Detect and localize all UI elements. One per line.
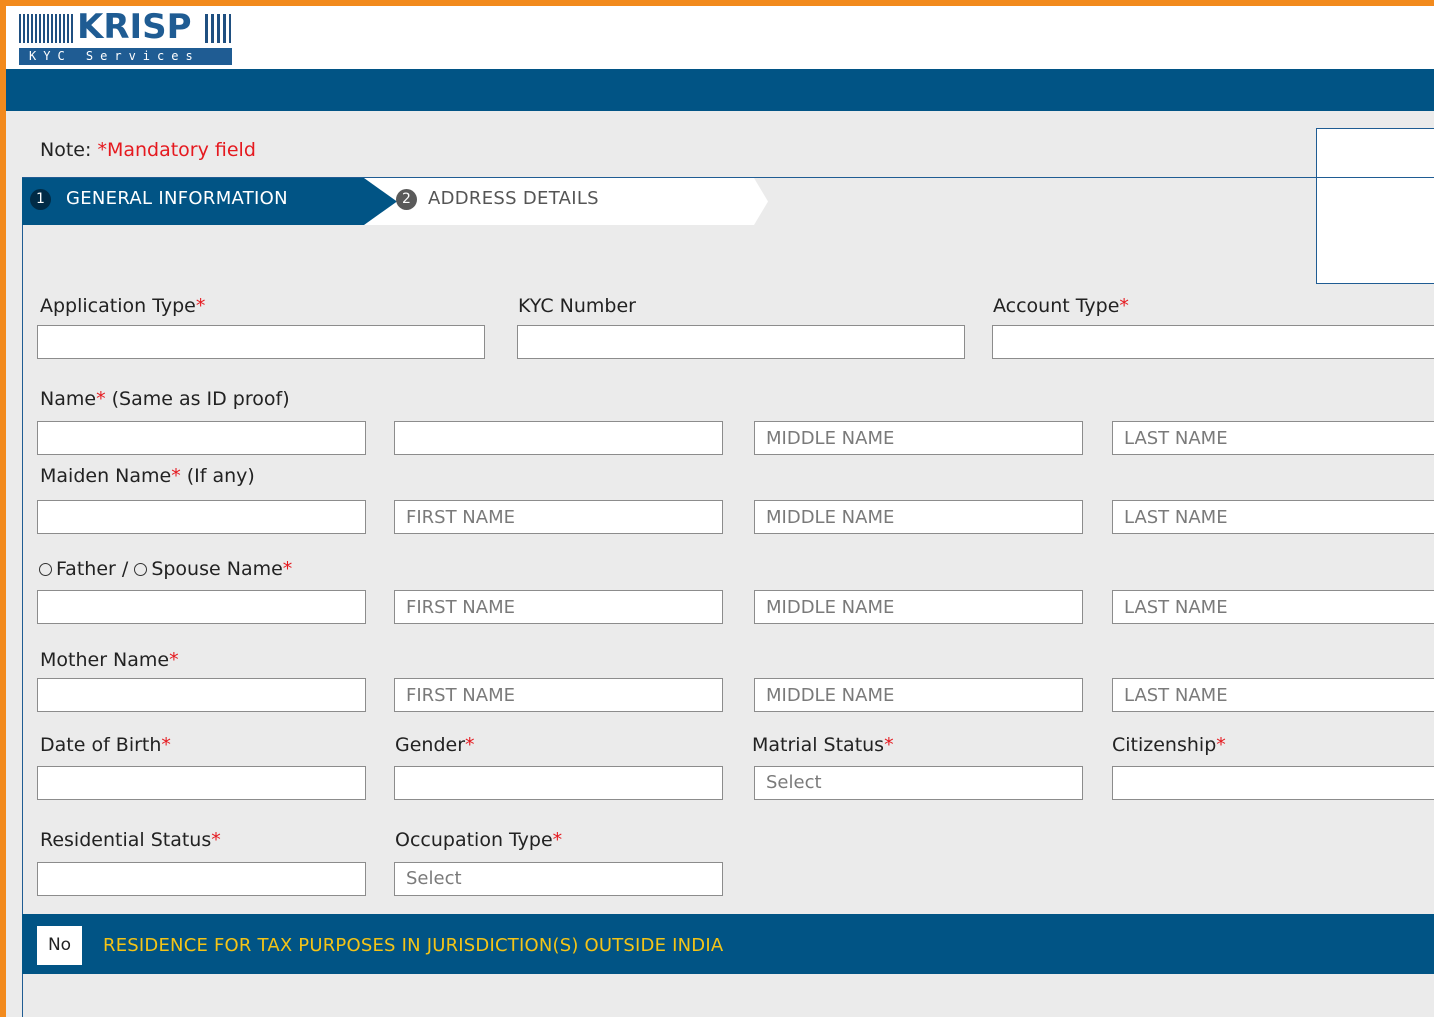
name-prefix-input[interactable] xyxy=(37,421,366,455)
label-text: Citizenship xyxy=(1112,734,1217,756)
maiden-first-input[interactable] xyxy=(394,500,723,534)
mother-last-input[interactable] xyxy=(1112,678,1434,712)
logo-text: KRISP xyxy=(77,7,192,47)
father-spouse-last-input[interactable] xyxy=(1112,590,1434,624)
father-spouse-label: Father / Spouse Name* xyxy=(39,558,292,580)
required-mark: * xyxy=(195,295,206,317)
label-text: Date of Birth xyxy=(40,734,162,756)
required-mark: * xyxy=(1119,295,1129,317)
required-mark: * xyxy=(884,734,894,756)
citizenship-input[interactable] xyxy=(1112,766,1434,800)
maiden-name-label: Maiden Name* (If any) xyxy=(40,465,255,487)
header: KRISP KYC Services xyxy=(6,6,1434,69)
maiden-prefix-input[interactable] xyxy=(37,500,366,534)
barcode-graphic xyxy=(19,14,75,43)
father-spouse-middle-input[interactable] xyxy=(754,590,1083,624)
name-last-input[interactable] xyxy=(1112,421,1434,455)
gender-label: Gender* xyxy=(395,734,475,756)
name-first-input[interactable] xyxy=(394,421,723,455)
required-mark: * xyxy=(552,829,563,851)
photo-upload-box[interactable] xyxy=(1316,128,1434,284)
label-hint: (Same as ID proof) xyxy=(105,388,290,410)
step-label-address: ADDRESS DETAILS xyxy=(428,188,599,209)
required-mark: * xyxy=(1216,734,1226,756)
residential-status-label: Residential Status* xyxy=(40,829,221,851)
label-text: Account Type xyxy=(993,295,1120,317)
application-type-label: Application Type* xyxy=(40,295,205,317)
logo-subtitle: KYC Services xyxy=(19,48,232,65)
spouse-option-label: Spouse Name xyxy=(151,558,283,580)
gender-input[interactable] xyxy=(394,766,723,800)
account-type-label: Account Type* xyxy=(993,295,1129,317)
maiden-last-input[interactable] xyxy=(1112,500,1434,534)
name-middle-input[interactable] xyxy=(754,421,1083,455)
kyc-number-input[interactable] xyxy=(517,325,965,359)
note-mandatory: *Mandatory field xyxy=(97,139,256,161)
dob-label: Date of Birth* xyxy=(40,734,171,756)
marital-status-select[interactable]: Select xyxy=(754,766,1083,800)
required-mark: * xyxy=(169,649,179,671)
required-mark: * xyxy=(211,829,221,851)
dob-input[interactable] xyxy=(37,766,366,800)
father-spouse-first-input[interactable] xyxy=(394,590,723,624)
mother-name-label: Mother Name* xyxy=(40,649,179,671)
label-hint: (If any) xyxy=(180,465,255,487)
stepper-divider xyxy=(22,177,1434,178)
barcode-graphic-right xyxy=(205,14,231,43)
required-mark: * xyxy=(465,734,475,756)
father-option-label: Father / xyxy=(56,558,129,580)
nav-bar xyxy=(6,69,1434,111)
marital-status-label: Matrial Status* xyxy=(752,734,894,756)
form-left-border xyxy=(22,177,23,1017)
label-text: Application Type xyxy=(40,295,196,317)
label-text: Gender xyxy=(395,734,466,756)
required-mark: * xyxy=(282,558,293,580)
mother-first-input[interactable] xyxy=(394,678,723,712)
label-text: Matrial Status xyxy=(752,734,885,756)
note-prefix: Note: xyxy=(40,139,92,161)
mandatory-note: Note: *Mandatory field xyxy=(40,139,256,161)
father-radio[interactable] xyxy=(39,563,52,576)
spouse-radio[interactable] xyxy=(134,563,148,576)
application-type-input[interactable] xyxy=(37,325,485,359)
mother-middle-input[interactable] xyxy=(754,678,1083,712)
tax-residence-toggle[interactable]: No xyxy=(37,926,82,965)
occupation-type-label: Occupation Type* xyxy=(395,829,562,851)
label-text: Occupation Type xyxy=(395,829,553,851)
required-mark: * xyxy=(161,734,171,756)
step-number-1: 1 xyxy=(30,189,51,210)
tax-residence-label: RESIDENCE FOR TAX PURPOSES IN JURISDICTI… xyxy=(103,935,724,956)
label-text: Residential Status xyxy=(40,829,212,851)
mother-prefix-input[interactable] xyxy=(37,678,366,712)
required-mark: * xyxy=(171,465,181,487)
step-label-general: GENERAL INFORMATION xyxy=(66,188,288,209)
label-text: Maiden Name xyxy=(40,465,172,487)
krisp-logo: KRISP KYC Services xyxy=(19,7,232,65)
required-mark: * xyxy=(96,388,106,410)
residential-status-input[interactable] xyxy=(37,862,366,896)
kyc-number-label: KYC Number xyxy=(518,295,636,317)
citizenship-label: Citizenship* xyxy=(1112,734,1226,756)
father-spouse-prefix-input[interactable] xyxy=(37,590,366,624)
name-label: Name* (Same as ID proof) xyxy=(40,388,290,410)
step-number-2: 2 xyxy=(396,189,417,210)
occupation-type-select[interactable]: Select xyxy=(394,862,723,896)
account-type-input[interactable] xyxy=(992,325,1434,359)
app-frame: KRISP KYC Services Note: *Mandatory fiel… xyxy=(6,6,1434,1017)
label-text: Name xyxy=(40,388,97,410)
maiden-middle-input[interactable] xyxy=(754,500,1083,534)
label-text: Mother Name xyxy=(40,649,170,671)
